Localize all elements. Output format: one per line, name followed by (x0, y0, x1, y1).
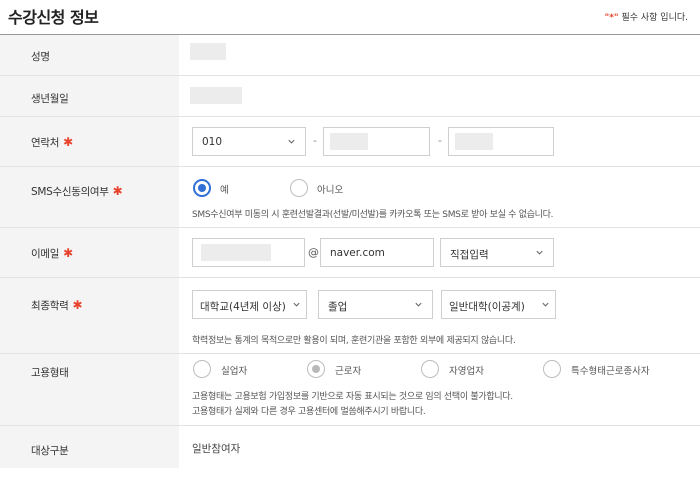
email-label-text: 이메일 (31, 248, 60, 260)
employment-label: 고용형태 (31, 367, 69, 379)
row-education: 최종학력 ✱ 대학교(4년제 이상) 졸업 일반대학(이공계) 학력정보는 통계의… (0, 278, 700, 354)
row-name: 성명 (0, 35, 700, 76)
required-note-text: 필수 사항 입니다. (618, 13, 688, 23)
education-school-value: 대학교(4년제 이상) (200, 301, 286, 313)
birth-value-masked (190, 87, 242, 104)
phone-separator: - (438, 134, 442, 147)
education-label: 최종학력 ✱ (31, 298, 83, 313)
target-label: 대상구분 (31, 445, 69, 457)
name-value-masked (190, 43, 226, 60)
required-note-star: "*" (604, 13, 619, 23)
phone-label-text: 연락처 (31, 137, 60, 149)
education-type-value: 일반대학(이공계) (449, 301, 525, 313)
name-label: 성명 (31, 51, 50, 63)
label-cell: 생년월일 (0, 76, 179, 116)
label-cell: 최종학력 ✱ (0, 278, 179, 353)
employment-radio-worker[interactable] (307, 360, 325, 378)
education-type-select[interactable]: 일반대학(이공계) (441, 290, 556, 319)
required-icon: ✱ (72, 298, 83, 312)
employment-help-line2: 고용형태가 실제와 다른 경우 고용센터에 멀씀해주시기 바랍니다. (192, 407, 426, 417)
label-cell: SMS수신동의여부 ✱ (0, 167, 179, 227)
row-employment: 고용형태 실업자 근로자 자영업자 특수형태근로종사자 고용형태는 고용보험 가… (0, 354, 700, 426)
email-domain-input[interactable]: naver.com (320, 238, 434, 267)
education-school-select[interactable]: 대학교(4년제 이상) (192, 290, 307, 319)
email-domain-value: naver.com (330, 247, 385, 259)
phone-label: 연락처 ✱ (31, 135, 73, 150)
sms-label-text: SMS수신동의여부 (31, 186, 109, 198)
row-birth: 생년월일 (0, 76, 700, 117)
label-cell: 이메일 ✱ (0, 228, 179, 277)
email-domain-select[interactable]: 직접입력 (440, 238, 554, 267)
sms-radio-no[interactable] (290, 179, 308, 197)
phone-prefix-select[interactable]: 010 (192, 127, 306, 156)
row-sms: SMS수신동의여부 ✱ 예 아니오 SMS수신여부 미동의 시 훈련선발결과(선발… (0, 167, 700, 228)
page-title: 수강신청 정보 (8, 8, 99, 27)
employment-option-worker: 근로자 (335, 366, 362, 377)
phone-separator: - (313, 134, 317, 147)
required-icon: ✱ (63, 135, 73, 149)
email-at: @ (308, 246, 319, 259)
employment-option-self-employed: 자영업자 (449, 366, 484, 377)
phone-last-input[interactable] (448, 127, 554, 156)
education-status-select[interactable]: 졸업 (318, 290, 433, 319)
education-label-text: 최종학력 (31, 300, 69, 312)
row-phone: 연락처 ✱ 010 - - (0, 117, 700, 167)
sms-option-yes: 예 (220, 185, 229, 196)
employment-radio-special[interactable] (543, 360, 561, 378)
label-cell: 연락처 ✱ (0, 117, 179, 166)
employment-option-special: 특수형태근로종사자 (571, 366, 650, 377)
form-header: 수강신청 정보 "*" 필수 사항 입니다. (0, 0, 700, 34)
employment-radio-unemployed[interactable] (193, 360, 211, 378)
sms-label: SMS수신동의여부 ✱ (31, 184, 123, 199)
email-domain-select-value: 직접입력 (450, 249, 489, 261)
email-id-input[interactable] (192, 238, 305, 267)
email-label: 이메일 ✱ (31, 246, 73, 261)
required-note: "*" 필수 사항 입니다. (605, 10, 689, 23)
phone-middle-masked (330, 133, 368, 150)
employment-help-line1: 고용형태는 고용보험 가입정보를 기반으로 자동 표시되는 것으로 임의 선택이… (192, 392, 513, 402)
education-help-text: 학력정보는 통계의 목적으로만 활용이 되며, 훈련기관을 포함한 외부에 제공… (192, 336, 516, 346)
phone-middle-input[interactable] (323, 127, 430, 156)
required-icon: ✱ (63, 246, 73, 260)
chevron-down-icon (288, 139, 295, 144)
row-email: 이메일 ✱ @ naver.com 직접입력 (0, 228, 700, 278)
chevron-down-icon (536, 250, 543, 255)
chevron-down-icon (293, 302, 300, 307)
birth-label: 생년월일 (31, 93, 69, 105)
education-status-value: 졸업 (328, 301, 348, 313)
required-icon: ✱ (112, 184, 123, 198)
label-cell: 고용형태 (0, 354, 179, 425)
sms-option-no: 아니오 (317, 185, 344, 196)
employment-radio-self-employed[interactable] (421, 360, 439, 378)
email-id-masked (201, 244, 271, 261)
enrollment-form: 성명 생년월일 연락처 ✱ 010 - - SMS수신동의여부 ✱ 예 아니오 … (0, 34, 700, 468)
sms-radio-yes[interactable] (193, 179, 211, 197)
target-value: 일반참여자 (192, 443, 241, 455)
label-cell: 성명 (0, 35, 179, 75)
phone-last-masked (455, 133, 493, 150)
chevron-down-icon (415, 302, 422, 307)
label-cell: 대상구분 (0, 426, 179, 468)
row-target: 대상구분 일반참여자 (0, 426, 700, 468)
phone-prefix-value: 010 (202, 136, 223, 148)
sms-help-text: SMS수신여부 미동의 시 훈련선발결과(선발/미선발)를 카카오톡 또는 SM… (192, 210, 554, 220)
employment-option-unemployed: 실업자 (221, 366, 248, 377)
chevron-down-icon (542, 302, 549, 307)
